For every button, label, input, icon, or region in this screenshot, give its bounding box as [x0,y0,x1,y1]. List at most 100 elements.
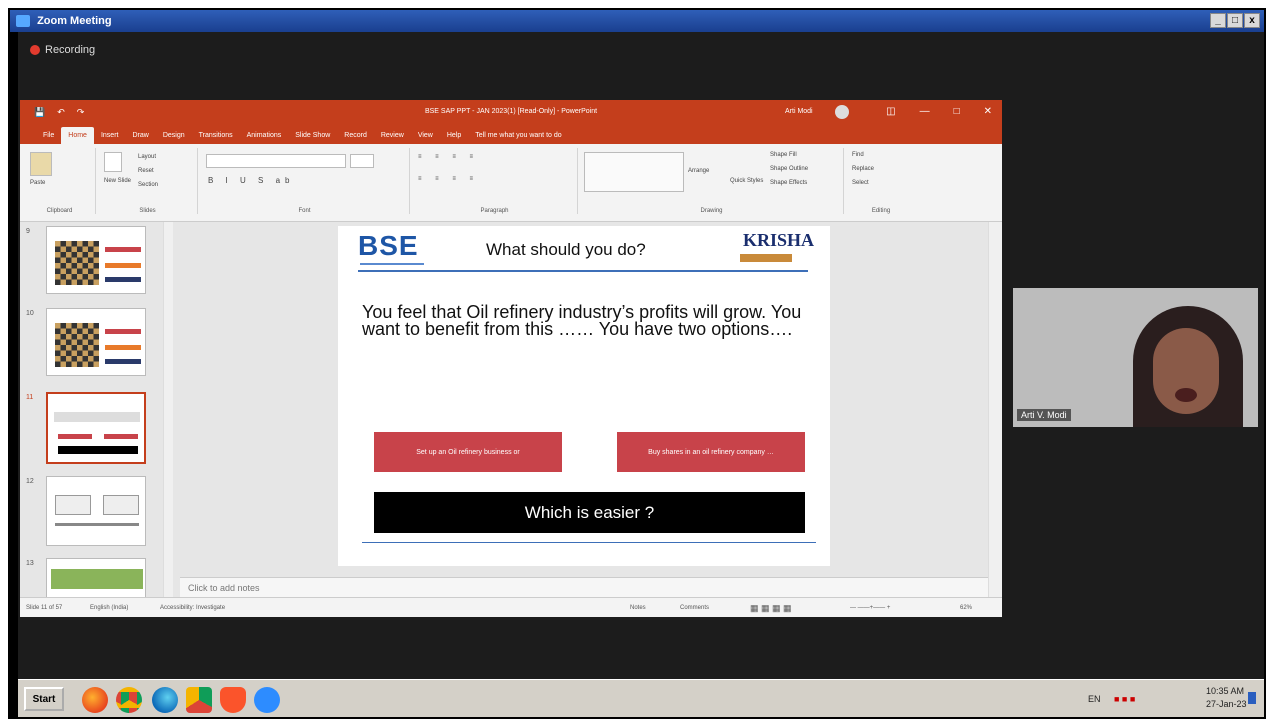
slide-info: Slide 11 of 57 [26,605,63,611]
slide-thumbnail-12[interactable] [46,476,146,546]
ppt-document-title: BSE SAP PPT - JAN 2023(1) [Read-Only] - … [424,108,598,115]
thumb-text [54,412,140,422]
find-button[interactable]: Find [852,152,864,158]
ppt-user-name[interactable]: Arti Modi [785,100,813,124]
font-format-buttons[interactable]: B I U S ab [208,176,294,185]
tab-home[interactable]: Home [61,127,94,144]
clipboard-label: Clipboard [46,208,73,214]
tab-transitions[interactable]: Transitions [192,127,240,144]
thumbnails-scrollbar[interactable] [163,222,173,597]
close-button[interactable]: x [1244,13,1260,28]
tab-view[interactable]: View [411,127,440,144]
chrome-alt-icon[interactable] [186,687,212,713]
new-slide-label[interactable]: New Slide [104,178,131,184]
question-banner[interactable]: Which is easier ? [374,492,805,533]
ppt-restore-icon[interactable]: □ [954,100,960,124]
ppt-window-controls: ◫ — □ ✕ [886,100,992,124]
thumb-box [103,495,139,515]
drawing-group: Arrange Quick Styles Shape Fill Shape Ou… [580,148,844,214]
ppt-titlebar: 💾 ↶ ↷ BSE SAP PPT - JAN 2023(1) [Read-On… [20,100,1002,124]
tab-review[interactable]: Review [374,127,411,144]
quick-styles-button[interactable]: Quick Styles [730,178,763,184]
zoom-titlebar: Zoom Meeting _ □ x [10,10,1264,32]
editing-group: Find Replace Select Editing [846,148,916,214]
paste-label[interactable]: Paste [30,180,45,186]
powerpoint-window: 💾 ↶ ↷ BSE SAP PPT - JAN 2023(1) [Read-On… [20,100,1002,617]
shape-effects-button[interactable]: Shape Effects [770,180,807,186]
accessibility-status[interactable]: Accessibility: Investigate [160,598,225,617]
recording-indicator[interactable]: Recording [30,44,95,56]
minimize-button[interactable]: _ [1210,13,1226,28]
brave-icon[interactable] [220,687,246,713]
participant-video[interactable]: Arti V. Modi [1013,288,1258,427]
bse-logo-underline [360,263,424,265]
participant-name: Arti V. Modi [1017,409,1071,421]
thumb-bar [105,329,141,334]
clock-time[interactable]: 10:35 AM [1206,686,1244,696]
view-buttons[interactable]: ▦ ▦ ▦ ▦ [750,598,792,617]
tab-help[interactable]: Help [440,127,468,144]
arrange-button[interactable]: Arrange [688,168,709,174]
option-buy-shares[interactable]: Buy shares in an oil refinery company … [617,432,805,472]
slide-thumbnail-10[interactable] [46,308,146,376]
shape-fill-button[interactable]: Shape Fill [770,152,797,158]
tab-file[interactable]: File [36,127,61,144]
tab-record[interactable]: Record [337,127,374,144]
chrome-icon[interactable] [116,687,142,713]
thumb-bar [58,434,92,439]
shape-outline-button[interactable]: Shape Outline [770,166,808,172]
ppt-close-icon[interactable]: ✕ [984,100,992,124]
paragraph-label: Paragraph [480,208,509,214]
start-button[interactable]: Start [24,687,64,711]
font-size-field[interactable] [350,154,374,168]
tray-icons[interactable]: ■ ■ ■ [1114,694,1135,704]
slide-thumbnail-9[interactable] [46,226,146,294]
slide-editor: BSE What should you do? KRISHA You feel … [180,222,988,577]
section-button[interactable]: Section [138,182,158,188]
tab-animations[interactable]: Animations [240,127,289,144]
tab-slide-show[interactable]: Slide Show [288,127,337,144]
thumb-bar [104,434,138,439]
notification-icon[interactable] [1248,692,1256,704]
comments-button[interactable]: Comments [680,598,709,617]
slide-thumbnail-13[interactable] [46,558,146,598]
language-status[interactable]: English (India) [90,598,128,617]
zoom-slider[interactable]: — ——+—— + [850,598,890,617]
thumbnail-number: 11 [26,394,34,401]
replace-button[interactable]: Replace [852,166,874,172]
notes-button[interactable]: Notes [630,598,646,617]
tab-insert[interactable]: Insert [94,127,126,144]
editor-scrollbar[interactable] [988,222,1002,597]
slide-title[interactable]: What should you do? [486,240,646,260]
font-name-field[interactable] [206,154,346,168]
thumbnail-number: 12 [26,478,34,485]
layout-button[interactable]: Layout [138,154,156,160]
option-setup-refinery[interactable]: Set up an Oil refinery business or [374,432,562,472]
edge-icon[interactable] [152,687,178,713]
reset-button[interactable]: Reset [138,168,154,174]
thumbnail-number: 13 [26,560,34,567]
editing-label: Editing [871,208,891,214]
language-indicator[interactable]: EN [1088,694,1101,704]
tell-me-search[interactable]: Tell me what you want to do [468,127,568,144]
ppt-minimize-icon[interactable]: — [920,100,930,124]
ribbon-display-icon[interactable]: ◫ [886,100,895,124]
thumb-box [55,495,91,515]
zoom-icon[interactable] [254,687,280,713]
firefox-icon[interactable] [82,687,108,713]
slide-body-text[interactable]: You feel that Oil refinery industry’s pr… [362,303,802,338]
new-slide-icon[interactable] [104,152,122,172]
shapes-gallery[interactable] [584,152,684,192]
maximize-button[interactable]: □ [1227,13,1243,28]
select-button[interactable]: Select [852,180,869,186]
clock-date[interactable]: 27-Jan-23 [1206,699,1247,709]
align-buttons[interactable]: ≡ ≡ ≡ ≡ [418,176,479,182]
tab-design[interactable]: Design [156,127,192,144]
notes-pane[interactable]: Click to add notes [180,577,988,597]
paste-icon[interactable] [30,152,52,176]
tab-draw[interactable]: Draw [125,127,155,144]
avatar[interactable] [835,105,849,119]
list-buttons[interactable]: ≡ ≡ ≡ ≡ [418,154,479,160]
slide-thumbnail-11[interactable] [46,392,146,464]
zoom-level[interactable]: 62% [960,598,972,617]
